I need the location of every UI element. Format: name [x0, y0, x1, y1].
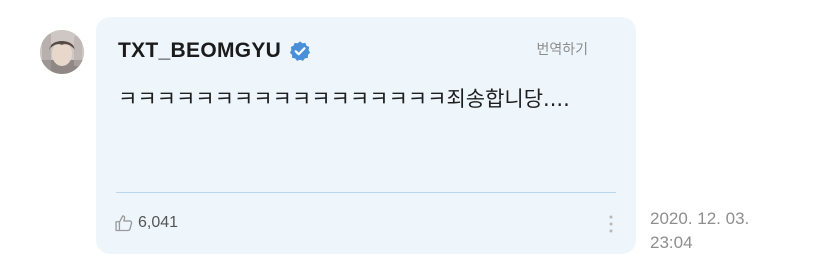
avatar-image: [40, 30, 84, 74]
username[interactable]: TXT_BEOMGYU: [118, 39, 281, 63]
timestamp-time: 23:04: [650, 233, 693, 252]
avatar[interactable]: [40, 30, 84, 74]
timestamp-date: 2020. 12. 03.: [650, 209, 750, 228]
message-text: ㅋㅋㅋㅋㅋㅋㅋㅋㅋㅋㅋㅋㅋㅋㅋㅋㅋ죄송합니당....: [118, 87, 570, 111]
timestamp: 2020. 12. 03. 23:04: [650, 207, 749, 255]
divider: [116, 192, 616, 193]
thumbs-up-icon: [115, 215, 133, 232]
like-count: 6,041: [138, 214, 179, 231]
like-button[interactable]: 6,041: [114, 213, 178, 233]
comment-card: TXT_BEOMGYU 번역하기 ㅋㅋㅋㅋㅋㅋㅋㅋㅋㅋㅋㅋㅋㅋㅋㅋㅋ죄송합니당.…: [96, 17, 636, 254]
verified-badge-icon: [290, 41, 311, 61]
author-row: TXT_BEOMGYU: [118, 39, 311, 63]
translate-button[interactable]: 번역하기: [536, 39, 588, 59]
more-vertical-icon[interactable]: [606, 212, 616, 236]
